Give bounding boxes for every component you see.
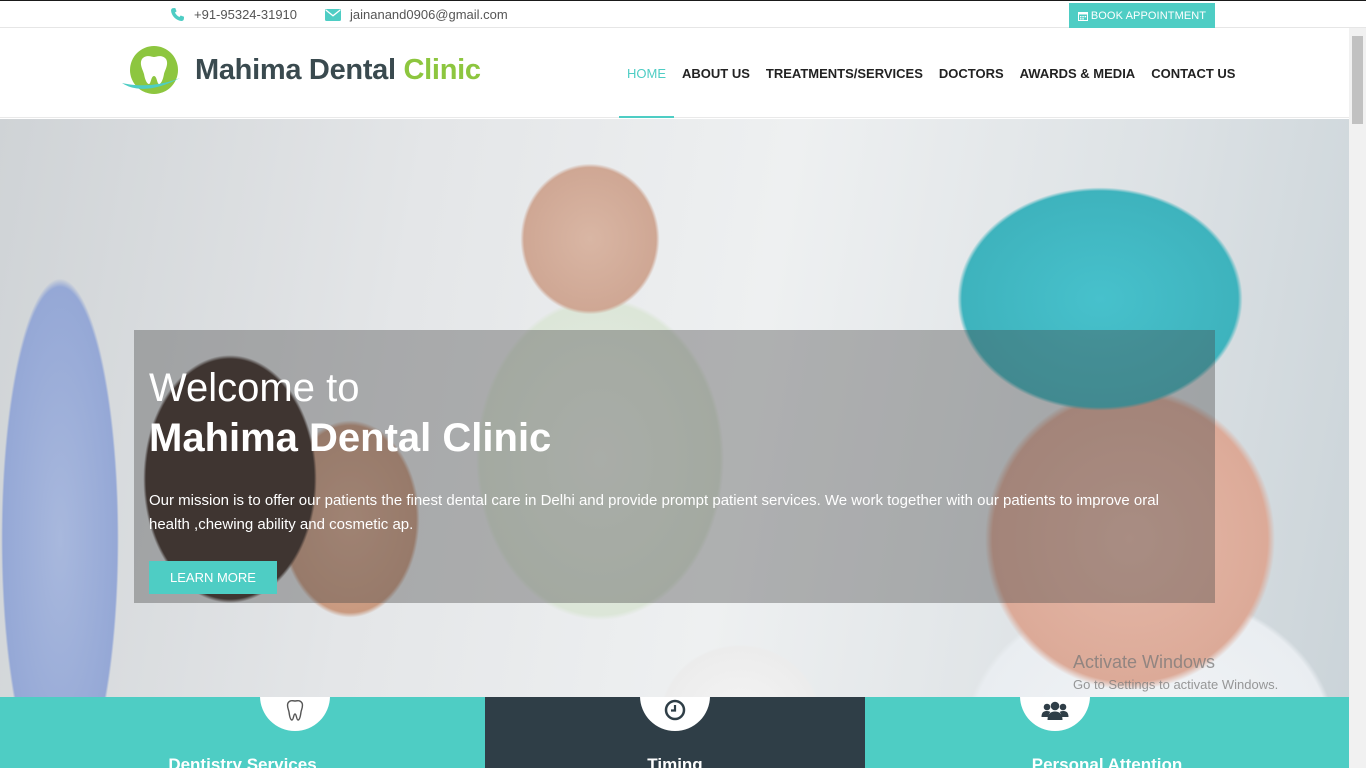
hero-caption-box: Welcome to Mahima Dental Clinic Our miss… (134, 330, 1215, 603)
calendar-icon (1077, 12, 1088, 21)
email-address: jainanand0906@gmail.com (350, 7, 508, 22)
feature-timing[interactable]: Timing (485, 697, 865, 768)
feature-title: Personal Attention (1031, 755, 1183, 768)
users-icon (1041, 701, 1069, 720)
watermark-title: Activate Windows (1073, 652, 1216, 672)
nav-awards-media[interactable]: AWARDS & MEDIA (1012, 28, 1144, 118)
page-scrollbar[interactable] (1349, 28, 1366, 768)
book-appointment-button[interactable]: BOOK APPOINTMENT (1069, 3, 1215, 29)
hero-banner: Welcome to Mahima Dental Clinic Our miss… (0, 119, 1349, 697)
phone-number: +91-95324-31910 (194, 7, 298, 22)
tooth-icon (286, 699, 304, 721)
book-appointment-label: BOOK APPOINTMENT (1090, 10, 1207, 22)
top-bar: +91-95324-31910 jainanand0906@gmail.com … (0, 0, 1366, 29)
feature-dentistry-services[interactable]: Dentistry Services (0, 697, 485, 768)
logo-text: Mahima Dental Clinic (195, 54, 481, 87)
logo-main-text: Mahima Dental (195, 53, 396, 86)
clock-icon (664, 699, 686, 721)
nav-treatments-services[interactable]: TREATMENTS/SERVICES (758, 28, 931, 118)
phone-contact[interactable]: +91-95324-31910 (170, 7, 297, 22)
email-contact[interactable]: jainanand0906@gmail.com (325, 7, 508, 22)
feature-title: Dentistry Services (168, 755, 317, 768)
nav-contact-us[interactable]: CONTACT US (1143, 28, 1243, 118)
logo-accent-text: Clinic (403, 53, 481, 86)
nav-home[interactable]: HOME (619, 28, 674, 118)
scrollbar-thumb[interactable] (1352, 36, 1363, 124)
phone-icon (171, 7, 185, 21)
feature-icon-circle (640, 697, 710, 731)
windows-activation-watermark: Activate Windows Go to Settings to activ… (1073, 652, 1278, 692)
envelope-icon (325, 8, 341, 21)
nav-doctors[interactable]: DOCTORS (931, 28, 1012, 118)
site-logo[interactable]: Mahima Dental Clinic (120, 45, 481, 95)
feature-title: Timing (647, 755, 703, 768)
feature-icon-circle (1020, 697, 1090, 731)
nav-about-us[interactable]: ABOUT US (674, 28, 758, 118)
feature-icon-circle (260, 697, 330, 731)
features-strip: Dentistry Services Timing Personal Atten… (0, 697, 1349, 768)
watermark-subtitle: Go to Settings to activate Windows. (1073, 677, 1279, 692)
main-nav: HOME ABOUT US TREATMENTS/SERVICES DOCTOR… (619, 28, 1243, 118)
hero-welcome-text: Welcome to (149, 366, 360, 410)
hero-title: Mahima Dental Clinic (149, 416, 552, 460)
tooth-logo-icon (122, 46, 180, 94)
site-header: Mahima Dental Clinic HOME ABOUT US TREAT… (0, 28, 1349, 118)
learn-more-button[interactable]: LEARN MORE (149, 561, 277, 594)
feature-personal-attention[interactable]: Personal Attention (865, 697, 1349, 768)
hero-mission-text: Our mission is to offer our patients the… (149, 492, 1159, 533)
